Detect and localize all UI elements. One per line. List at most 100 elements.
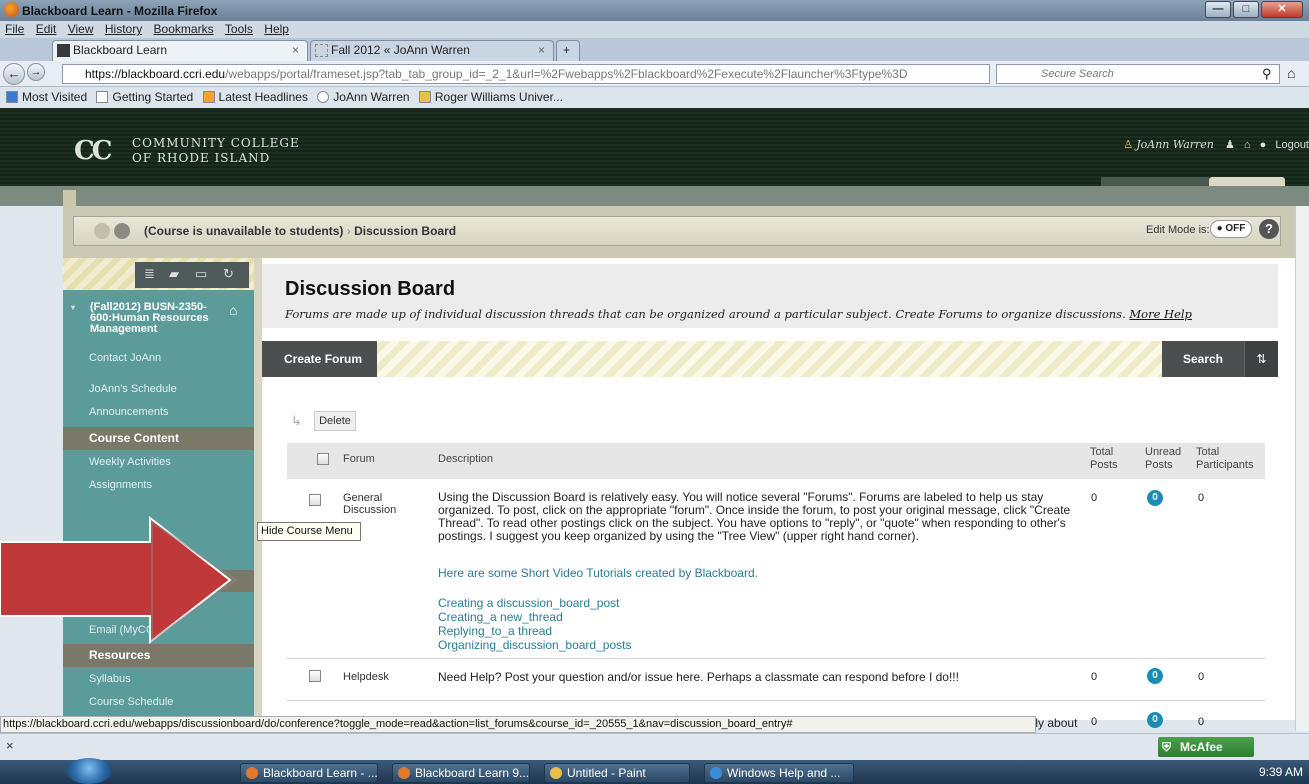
close-tab-icon[interactable]: × xyxy=(538,41,545,60)
taskbar-item[interactable]: Blackboard Learn - ... xyxy=(240,763,378,783)
sidebar-item-announcements[interactable]: Announcements xyxy=(63,401,254,424)
chevron-down-icon[interactable] xyxy=(114,223,130,239)
course-title[interactable]: ▾ (Fall2012) BUSN-2350-600:Human Resourc… xyxy=(63,302,254,335)
bookmark-joann-warren[interactable]: JoAnn Warren xyxy=(317,90,410,104)
user-name[interactable]: JoAnn Warren xyxy=(1136,138,1214,151)
bookmark-getting-started[interactable]: Getting Started xyxy=(96,90,193,104)
user-links: ♙ JoAnn Warren ♟ ⌂ ● Logout xyxy=(1123,138,1309,151)
bookmark-icon xyxy=(418,91,431,103)
collapse-icon[interactable]: ▾ xyxy=(71,302,75,313)
vertical-scrollbar[interactable] xyxy=(1295,206,1309,731)
search-input[interactable]: Secure Search xyxy=(996,64,1280,84)
sidebar-item-contact[interactable]: Contact JoAnn xyxy=(63,347,254,370)
course-menu-icon[interactable] xyxy=(94,223,110,239)
column-forum[interactable]: Forum xyxy=(343,453,375,466)
taskbar-item[interactable]: Blackboard Learn 9.... xyxy=(392,763,530,783)
taskbar-item[interactable]: Windows Help and ... xyxy=(704,763,854,783)
list-view-icon[interactable]: ≣ xyxy=(144,266,155,282)
minimize-button[interactable]: — xyxy=(1205,1,1231,18)
tutorial-link[interactable]: Replying_to_a thread xyxy=(438,625,552,638)
home-icon[interactable]: ⌂ xyxy=(1287,65,1295,81)
page-favicon-icon xyxy=(315,44,328,57)
taskbar-clock[interactable]: 9:39 AM xyxy=(1259,765,1303,779)
bookmark-most-visited[interactable]: Most Visited xyxy=(6,90,87,104)
refresh-icon[interactable]: ↻ xyxy=(223,266,234,282)
row-divider xyxy=(287,658,1265,659)
more-help-link[interactable]: More Help xyxy=(1129,307,1192,321)
search-button[interactable]: Search xyxy=(1162,341,1244,377)
forward-arrow-icon[interactable]: → xyxy=(27,63,45,81)
sidebar-item-syllabus[interactable]: Syllabus xyxy=(63,668,254,691)
sidebar-item-assignments[interactable]: Assignments xyxy=(63,474,254,497)
maximize-button[interactable]: □ xyxy=(1233,1,1259,18)
row-checkbox[interactable] xyxy=(309,670,321,682)
mcafee-button[interactable]: ⛨ McAfee xyxy=(1158,737,1254,757)
help-icon[interactable]: ● xyxy=(1260,139,1267,151)
column-description: Description xyxy=(438,453,494,465)
create-forum-button[interactable]: Create Forum xyxy=(262,341,377,377)
firefox-icon xyxy=(246,767,258,779)
tutorial-intro-link[interactable]: Here are some Short Video Tutorials crea… xyxy=(438,567,758,580)
window-title: Blackboard Learn - Mozilla Firefox xyxy=(22,4,218,18)
hide-course-menu-handle[interactable] xyxy=(254,258,262,720)
menu-view[interactable]: View xyxy=(68,21,94,38)
page-description: Forums are made up of individual discuss… xyxy=(285,307,1192,321)
bookmark-latest-headlines[interactable]: Latest Headlines xyxy=(202,90,308,104)
edit-mode-label: Edit Mode is: xyxy=(1146,224,1210,236)
breadcrumb-course[interactable]: (Course is unavailable to students) xyxy=(144,224,343,238)
tutorial-link[interactable]: Creating_a new_thread xyxy=(438,611,563,624)
tab-label: Blackboard Learn xyxy=(73,43,168,57)
new-tab-button[interactable]: + xyxy=(556,40,580,61)
logout-link[interactable]: Logout xyxy=(1275,139,1309,151)
menu-file[interactable]: File xyxy=(5,21,24,38)
column-total-participants[interactable]: Total Participants xyxy=(1196,446,1258,472)
sidebar-item-weekly-activities[interactable]: Weekly Activities xyxy=(63,451,254,474)
tab-fall-2012[interactable]: Fall 2012 « JoAnn Warren × xyxy=(310,40,554,61)
home-icon[interactable]: ⌂ xyxy=(1244,139,1251,151)
unread-posts-badge[interactable]: 0 xyxy=(1147,712,1163,728)
tab-label: Fall 2012 « JoAnn Warren xyxy=(331,43,470,57)
menu-bookmarks[interactable]: Bookmarks xyxy=(154,21,214,38)
sidebar-item-course-schedule[interactable]: Course Schedule xyxy=(63,691,254,714)
column-unread-posts[interactable]: Unread Posts xyxy=(1145,446,1185,472)
help-icon[interactable]: ? xyxy=(1259,219,1279,239)
back-arrow-icon[interactable]: ← xyxy=(3,63,25,85)
bookmark-roger-williams[interactable]: Roger Williams Univer... xyxy=(418,90,563,104)
breadcrumb-page: Discussion Board xyxy=(354,224,457,238)
tutorial-link[interactable]: Creating a discussion_board_post xyxy=(438,597,619,610)
folder-view-icon[interactable]: ▰ xyxy=(169,266,179,282)
edit-mode-toggle[interactable]: ● OFF xyxy=(1210,220,1252,238)
start-button[interactable] xyxy=(66,758,112,784)
close-tab-icon[interactable]: × xyxy=(292,41,299,60)
delete-button[interactable]: Delete xyxy=(314,411,356,431)
total-participants: 0 xyxy=(1198,716,1205,728)
menu-edit[interactable]: Edit xyxy=(36,21,57,38)
forum-name-link[interactable]: General Discussion xyxy=(343,492,403,516)
taskbar-item[interactable]: Untitled - Paint xyxy=(544,763,690,783)
manage-icon[interactable]: ▭ xyxy=(195,266,207,282)
blackboard-favicon-icon xyxy=(57,44,70,57)
profile-icon[interactable]: ♟ xyxy=(1225,139,1235,151)
college-name-line2: OF RHODE ISLAND xyxy=(132,151,271,165)
close-window-button[interactable]: ✕ xyxy=(1261,1,1303,18)
column-total-posts[interactable]: Total Posts xyxy=(1090,446,1126,472)
sort-icon[interactable]: ⇅ xyxy=(1244,341,1278,377)
college-name-line1: COMMUNITY COLLEGE xyxy=(132,136,300,150)
forum-name-link[interactable]: Helpdesk xyxy=(343,671,389,683)
menu-help[interactable]: Help xyxy=(264,21,289,38)
home-icon[interactable]: ⌂ xyxy=(229,303,237,317)
close-addon-bar-icon[interactable]: × xyxy=(6,738,14,753)
search-icon[interactable]: ⚲ xyxy=(1262,66,1272,82)
tab-blackboard-learn[interactable]: Blackboard Learn × xyxy=(52,40,308,61)
unread-posts-badge[interactable]: 0 xyxy=(1147,490,1163,506)
unread-posts-badge[interactable]: 0 xyxy=(1147,668,1163,684)
row-checkbox[interactable] xyxy=(309,494,321,506)
header-bottom-strip xyxy=(0,186,1309,206)
menu-tools[interactable]: Tools xyxy=(225,21,253,38)
tutorial-link[interactable]: Organizing_discussion_board_posts xyxy=(438,639,631,652)
url-bar[interactable]: https://blackboard.ccri.edu/webapps/port… xyxy=(62,64,990,84)
addon-bar: × xyxy=(0,733,1309,760)
menu-history[interactable]: History xyxy=(105,21,142,38)
sidebar-item-schedule[interactable]: JoAnn's Schedule xyxy=(63,378,254,401)
select-all-checkbox[interactable] xyxy=(317,453,329,465)
